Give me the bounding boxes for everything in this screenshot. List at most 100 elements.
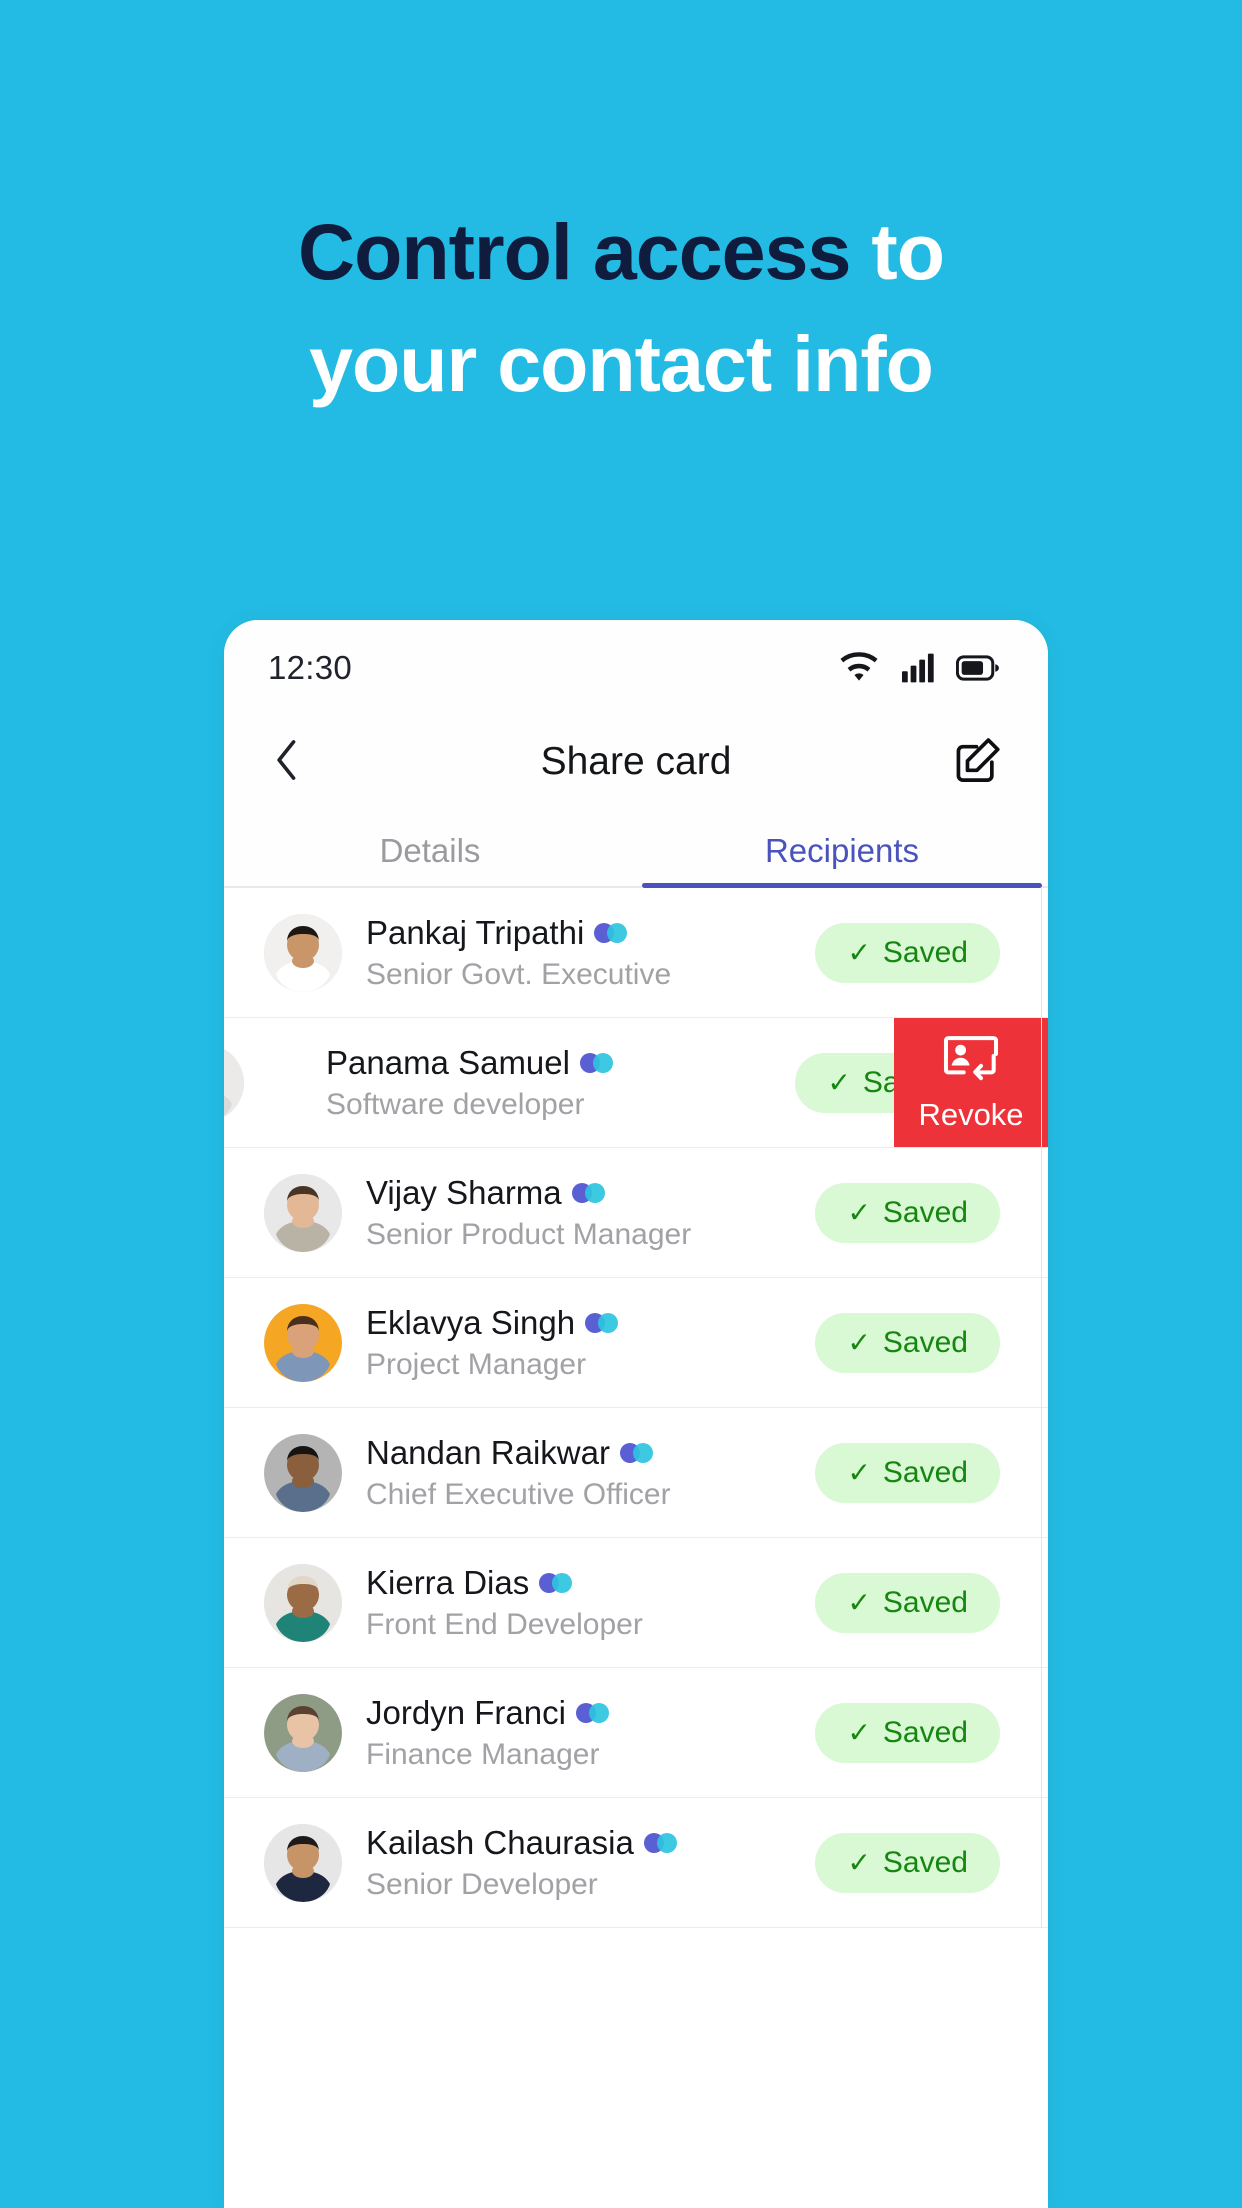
tab-bar: Details Recipients <box>224 808 1048 888</box>
recipient-role: Senior Govt. Executive <box>366 957 672 991</box>
recipient-name-line: Jordyn Franci <box>366 1694 815 1732</box>
recipient-name: Eklavya Singh <box>366 1303 576 1341</box>
avatar <box>264 1433 342 1512</box>
recipients-list[interactable]: Pankaj Tripathi Senior Govt. Executive ✓ Sa… <box>224 888 1048 1928</box>
recipient-name: Nandan Raikwar <box>366 1433 610 1471</box>
check-icon: ✓ <box>847 1456 871 1488</box>
check-icon: ✓ <box>847 1846 871 1878</box>
saved-label: Saved <box>882 1715 968 1749</box>
saved-label: Saved <box>882 935 968 969</box>
saved-status-badge[interactable]: ✓ Saved <box>815 1442 1000 1503</box>
edit-card-button[interactable] <box>952 736 1004 788</box>
recipient-row[interactable]: Eklavya Singh Project Manager ✓ Saved <box>224 1278 1048 1408</box>
recipient-name-line: Eklavya Singh <box>366 1304 815 1342</box>
saved-status-badge[interactable]: ✓ Saved <box>815 1702 1000 1763</box>
saved-label: Saved <box>882 1195 968 1229</box>
recipient-meta: Kierra Dias Front End Developer <box>366 1564 815 1642</box>
revoke-label: Revoke <box>918 1097 1024 1132</box>
avatar <box>264 1693 342 1772</box>
shared-fields-dots-icon <box>594 922 630 943</box>
avatar <box>264 1563 342 1642</box>
saved-label: Saved <box>882 1325 968 1359</box>
recipient-row[interactable]: Kailash Chaurasia Senior Developer ✓ Saved <box>224 1798 1048 1928</box>
check-icon: ✓ <box>847 936 871 968</box>
list-scrollbar[interactable] <box>1040 888 1042 1928</box>
recipient-meta: Pankaj Tripathi Senior Govt. Executive <box>366 914 815 992</box>
phone-mockup: 12:30 Share card Details Recipients Pank… <box>224 620 1048 2208</box>
saved-status-badge[interactable]: ✓ Saved <box>815 922 1000 983</box>
headline-line-2: your contact info <box>309 319 934 409</box>
avatar <box>264 1823 342 1902</box>
recipient-name: Pankaj Tripathi <box>366 913 585 951</box>
recipient-name-line: Pankaj Tripathi <box>366 914 815 952</box>
check-icon: ✓ <box>847 1716 871 1748</box>
revoke-contact-icon <box>942 1032 1000 1087</box>
recipient-name: Kailash Chaurasia <box>366 1823 634 1861</box>
avatar <box>264 1303 342 1382</box>
recipient-meta: Jordyn Franci Finance Manager <box>366 1694 815 1772</box>
app-bar: Share card <box>224 716 1048 808</box>
recipient-name: Jordyn Franci <box>366 1693 566 1731</box>
battery-icon <box>956 654 1000 682</box>
shared-fields-dots-icon <box>571 1182 608 1203</box>
check-icon: ✓ <box>827 1066 851 1098</box>
status-bar-icons <box>838 652 1000 684</box>
check-icon: ✓ <box>847 1586 871 1618</box>
recipient-name-line: Panama Samuel <box>326 1044 795 1082</box>
shared-fields-dots-icon <box>585 1312 621 1333</box>
recipient-meta: Nandan Raikwar Chief Executive Officer <box>366 1434 815 1512</box>
recipient-meta: Panama Samuel Software developer <box>326 1044 795 1122</box>
recipient-name: Kierra Dias <box>366 1563 530 1601</box>
recipient-row[interactable]: Panama SamuelSoftware developer✓SavedRev… <box>224 1018 1048 1148</box>
page-title: Share card <box>540 740 732 783</box>
recipient-row[interactable]: Nandan Raikwar Chief Executive Officer ✓ Sa… <box>224 1408 1048 1538</box>
recipient-row[interactable]: Pankaj Tripathi Senior Govt. Executive ✓ Sa… <box>224 888 1048 1018</box>
recipient-row[interactable]: Vijay Sharma Senior Product Manager ✓ Saved <box>224 1148 1048 1278</box>
check-icon: ✓ <box>847 1196 871 1228</box>
recipient-role: Software developer <box>326 1087 585 1121</box>
shared-fields-dots-icon <box>643 1832 680 1853</box>
revoke-button[interactable]: Revoke <box>894 1018 1048 1147</box>
recipient-name-line: Kailash Chaurasia <box>366 1824 815 1862</box>
avatar <box>224 1043 244 1122</box>
recipient-name-line: Kierra Dias <box>366 1564 815 1602</box>
recipient-row[interactable]: Jordyn Franci Finance Manager ✓ Saved <box>224 1668 1048 1798</box>
shared-fields-dots-icon <box>575 1702 612 1723</box>
recipient-row[interactable]: Kierra Dias Front End Developer ✓ Saved <box>224 1538 1048 1668</box>
saved-status-badge[interactable]: ✓ Saved <box>815 1182 1000 1243</box>
tab-recipients[interactable]: Recipients <box>636 808 1048 888</box>
edit-pencil-icon <box>954 736 1002 789</box>
saved-label: Saved <box>882 1455 968 1489</box>
recipient-name-line: Vijay Sharma <box>366 1174 815 1212</box>
chevron-left-icon <box>271 737 303 788</box>
recipient-name: Vijay Sharma <box>366 1173 562 1211</box>
recipient-role: Chief Executive Officer <box>366 1477 671 1511</box>
status-bar: 12:30 <box>224 620 1048 716</box>
recipient-name-line: Nandan Raikwar <box>366 1434 815 1472</box>
shared-fields-dots-icon <box>619 1442 656 1463</box>
wifi-icon <box>838 652 880 684</box>
status-bar-clock: 12:30 <box>268 649 353 686</box>
check-icon: ✓ <box>847 1326 871 1358</box>
saved-status-badge[interactable]: ✓ Saved <box>815 1312 1000 1373</box>
shared-fields-dots-icon <box>579 1052 616 1073</box>
recipient-name: Panama Samuel <box>326 1043 570 1081</box>
shared-fields-dots-icon <box>539 1572 575 1593</box>
recipient-row-content: Panama SamuelSoftware developer✓Saved <box>224 1043 990 1122</box>
headline-line-1: Control access to <box>0 196 1242 308</box>
headline-dark-text: Control access <box>298 207 851 296</box>
saved-label: Saved <box>882 1585 968 1619</box>
recipient-role: Senior Product Manager <box>366 1217 692 1251</box>
headline-light-text-1: to <box>850 207 945 296</box>
tab-details[interactable]: Details <box>224 808 636 886</box>
recipient-meta: Vijay Sharma Senior Product Manager <box>366 1174 815 1252</box>
avatar <box>264 913 342 992</box>
recipient-role: Finance Manager <box>366 1737 600 1771</box>
recipient-meta: Kailash Chaurasia Senior Developer <box>366 1824 815 1902</box>
avatar <box>264 1173 342 1252</box>
recipient-role: Senior Developer <box>366 1867 598 1901</box>
saved-status-badge[interactable]: ✓ Saved <box>815 1832 1000 1893</box>
page-headline: Control access to your contact info <box>0 196 1242 420</box>
saved-status-badge[interactable]: ✓ Saved <box>815 1572 1000 1633</box>
back-button[interactable] <box>264 739 310 785</box>
